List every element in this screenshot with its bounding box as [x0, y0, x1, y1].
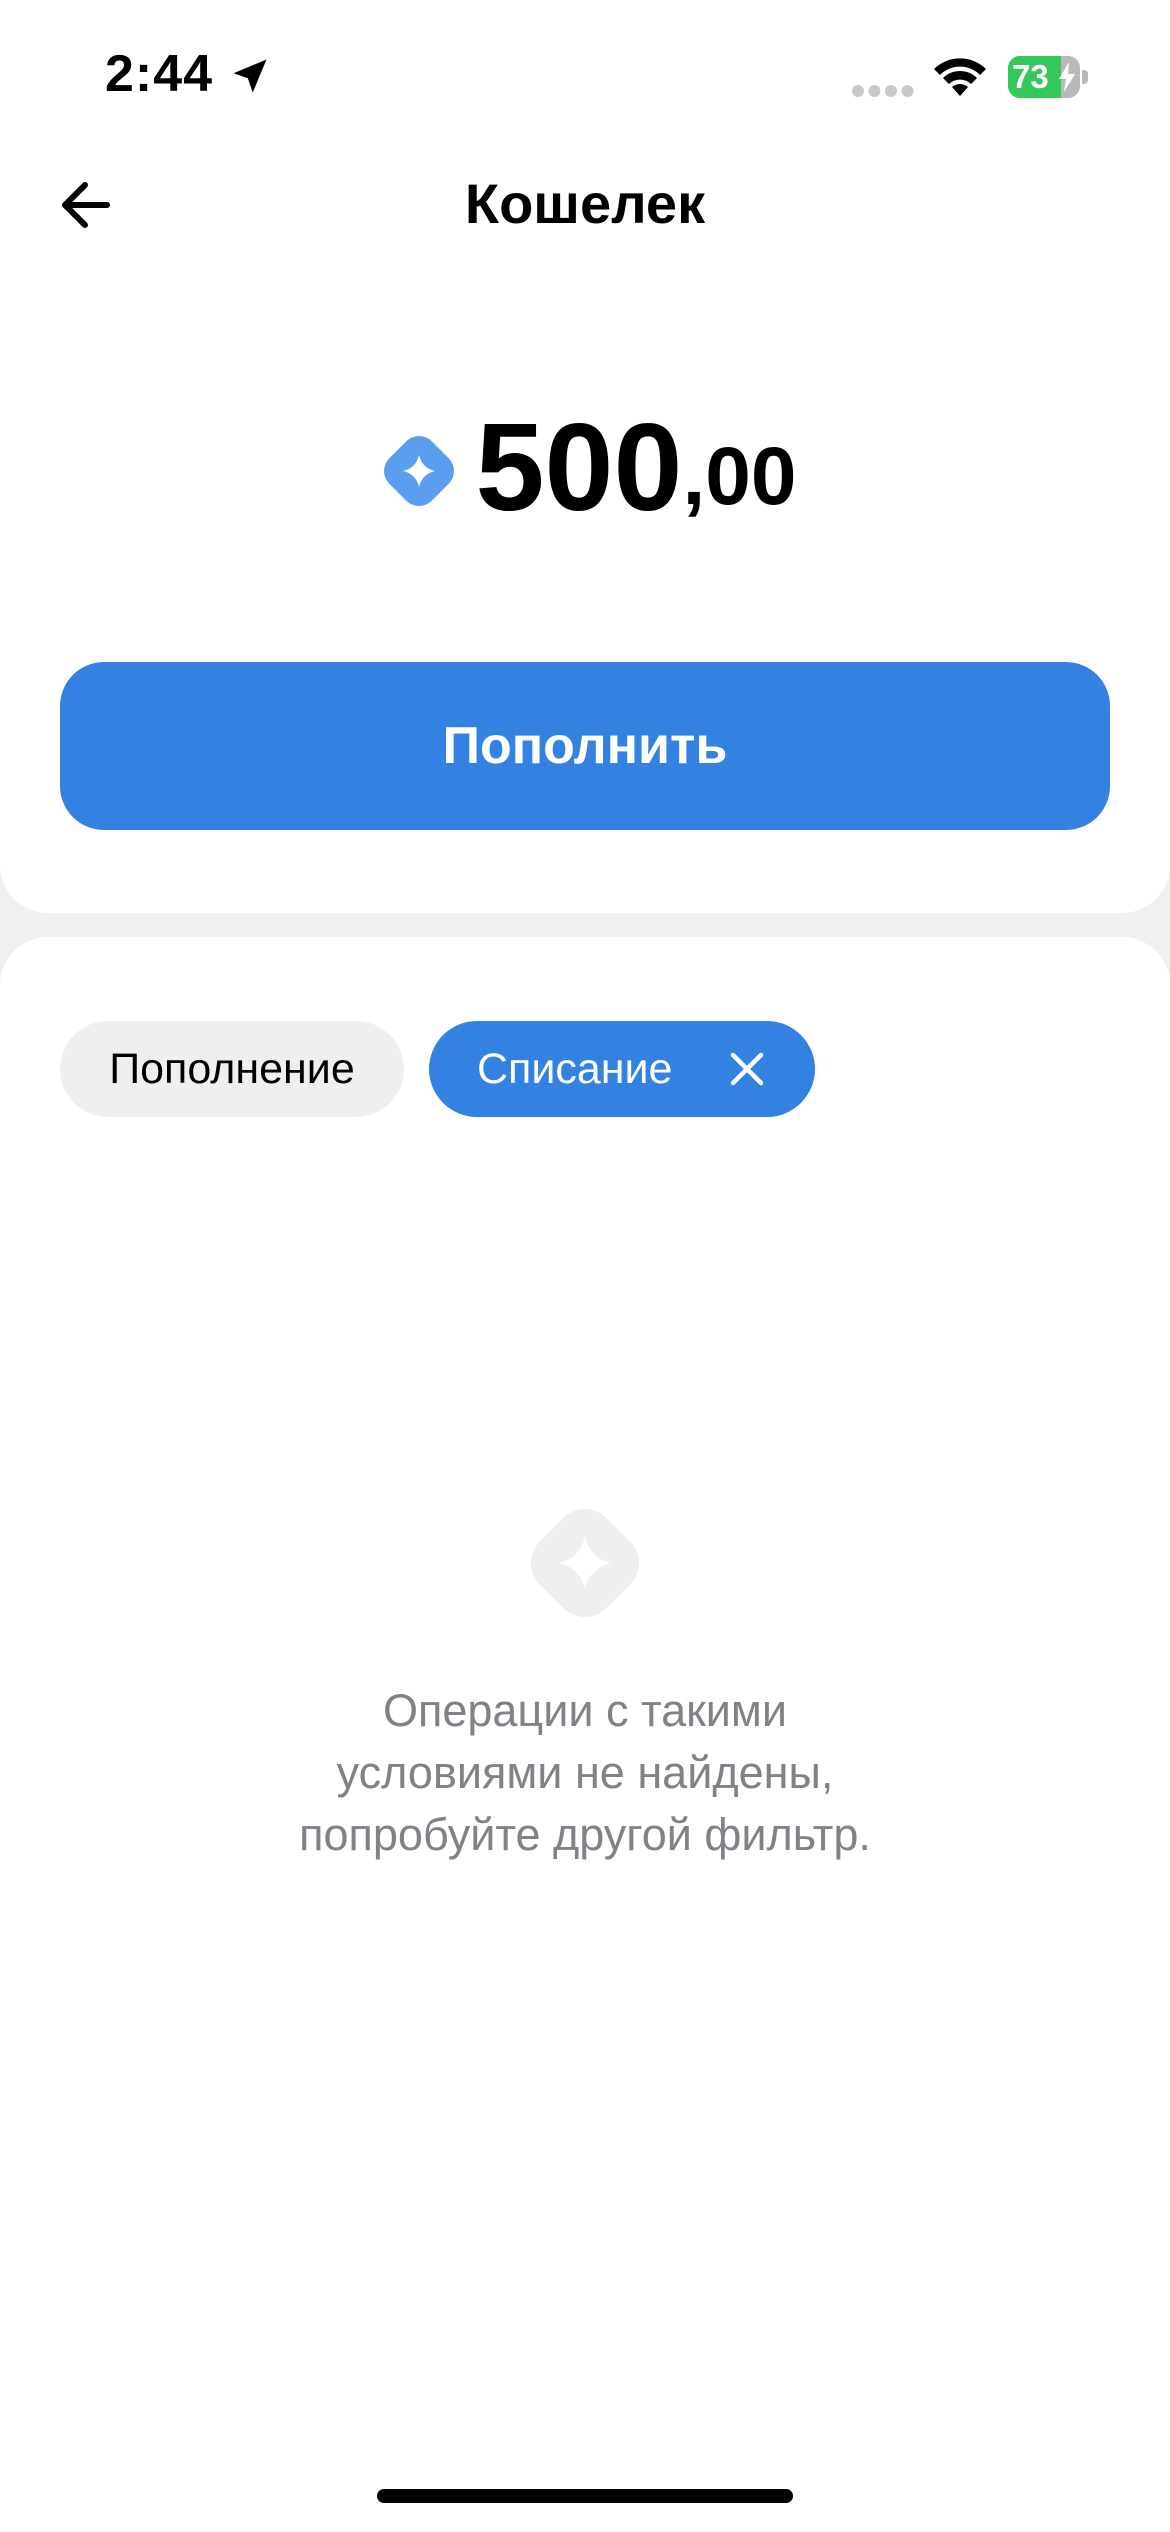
empty-state-line: Операции с такими [382, 1685, 788, 1736]
empty-coin-icon [530, 1508, 640, 1618]
empty-state-message: Операции с такими условиями не найдены, … [200, 1680, 970, 1866]
battery-indicator: 73 [1008, 56, 1088, 98]
topup-button[interactable]: Пополнить [60, 662, 1110, 830]
filter-chip-expense-label: Списание [477, 1044, 673, 1093]
charging-bolt-icon [1059, 62, 1075, 92]
empty-state-line: условиями не найдены, [336, 1747, 834, 1798]
balance-fraction: ,00 [682, 431, 797, 522]
home-indicator[interactable] [377, 2489, 793, 2503]
page-title: Кошелек [464, 172, 706, 235]
wallet-balance: 500 ,00 [0, 398, 1170, 538]
close-icon[interactable] [729, 1051, 765, 1087]
filter-chip-income-label: Пополнение [109, 1044, 355, 1093]
location-arrow-icon [233, 59, 267, 93]
cellular-signal-icon [852, 85, 914, 97]
battery-percentage: 73 [1012, 58, 1049, 95]
filter-chip-income[interactable]: Пополнение [60, 1021, 404, 1117]
balance-integer: 500 [475, 399, 683, 537]
wallet-coin-icon [383, 436, 454, 506]
filter-chip-expense[interactable]: Списание [429, 1021, 815, 1117]
wifi-icon [934, 58, 986, 96]
empty-state-line: попробуйте другой фильтр. [299, 1809, 871, 1860]
status-time: 2:44 [105, 45, 214, 103]
